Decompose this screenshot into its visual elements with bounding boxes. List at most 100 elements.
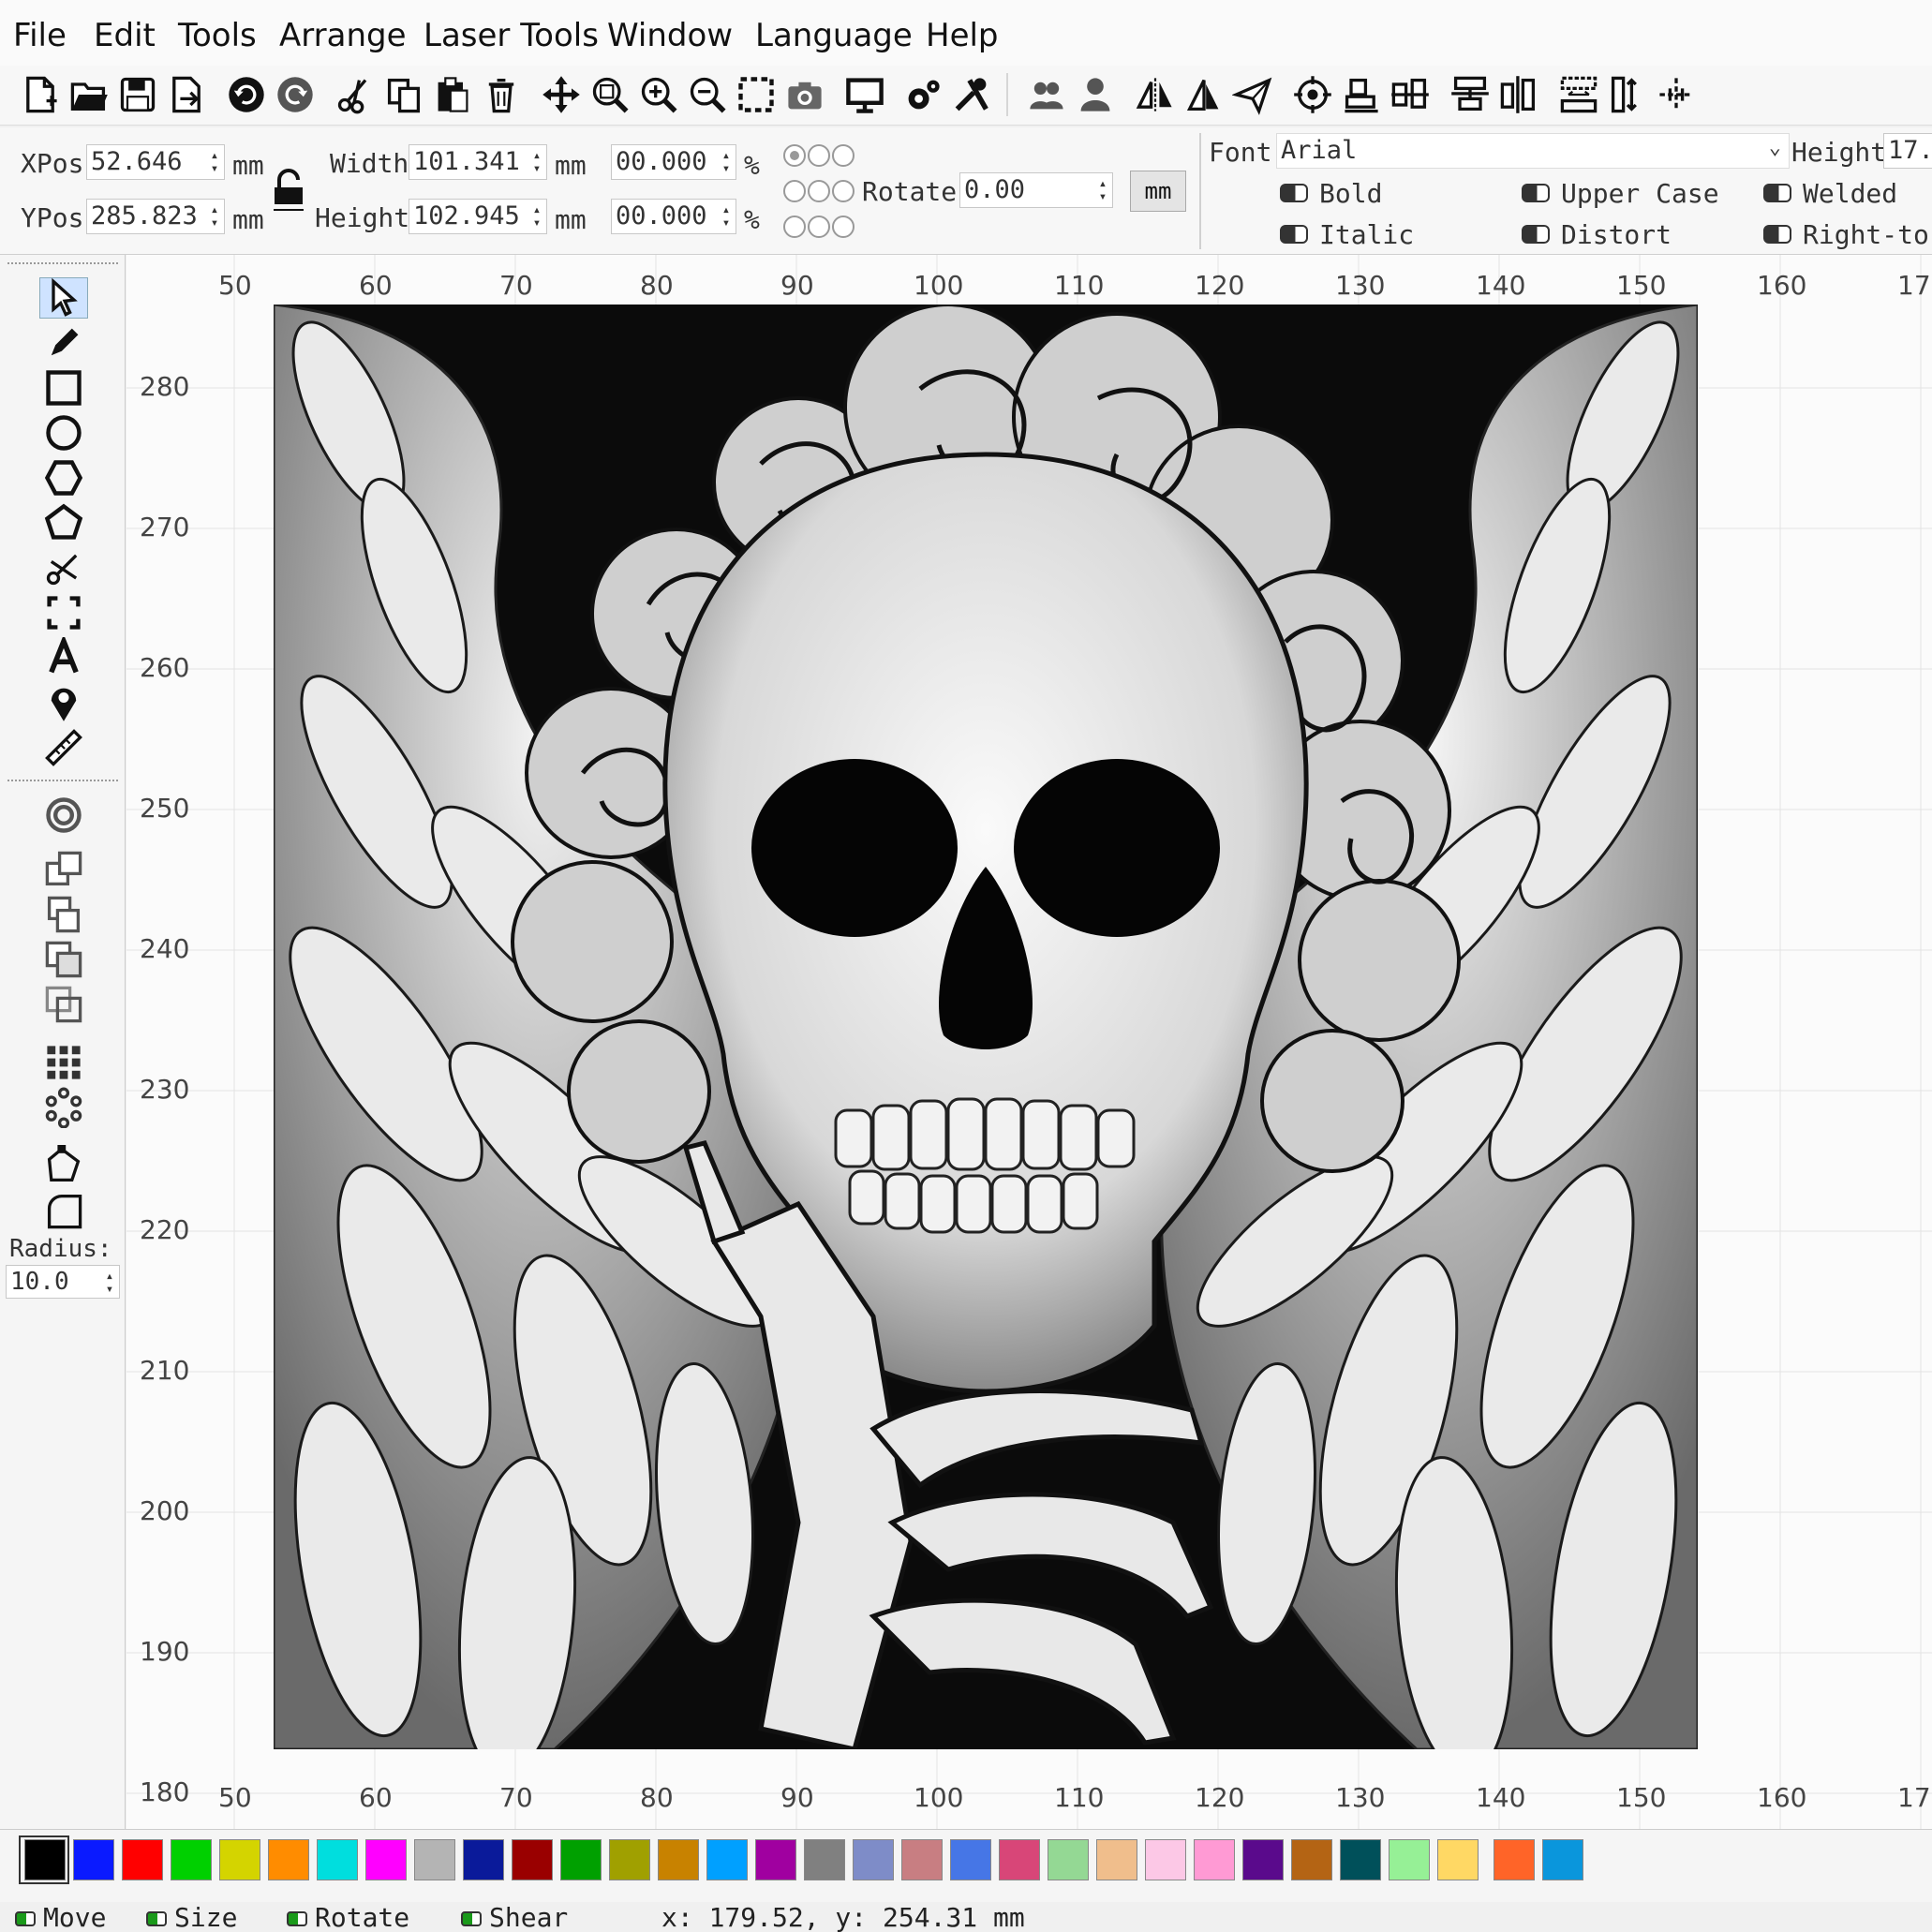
round-corner-icon[interactable] [39,1190,88,1231]
width-input[interactable]: 101.341 ▴ ▾ [409,144,547,180]
menu-laser-tools[interactable]: Laser Tools [424,17,599,54]
spin-icon[interactable]: ▴ ▾ [529,149,544,175]
spacing-icon[interactable] [1557,71,1600,118]
menu-arrange[interactable]: Arrange [279,17,407,54]
color-swatch[interactable] [658,1839,699,1880]
color-swatch[interactable] [755,1839,796,1880]
color-swatch[interactable] [268,1839,309,1880]
zoom-in-icon[interactable] [637,71,680,118]
copy-icon[interactable] [382,71,425,118]
menu-help[interactable]: Help [926,17,999,54]
distort-checkbox[interactable] [1522,225,1550,244]
pencil-icon[interactable] [39,322,88,364]
camera-icon[interactable] [783,71,826,118]
color-swatch[interactable] [950,1839,991,1880]
unit-toggle-button[interactable]: mm [1130,171,1186,212]
skull-artwork[interactable] [274,305,1698,1749]
menu-file[interactable]: File [13,17,67,54]
ellipse-icon[interactable] [39,412,88,453]
status-size[interactable]: Size [146,1902,237,1932]
color-swatch[interactable] [24,1839,66,1880]
color-swatch[interactable] [122,1839,163,1880]
align-center-icon[interactable] [1389,71,1432,118]
italic-checkbox[interactable] [1280,225,1308,244]
right-to-left-checkbox[interactable] [1763,225,1791,244]
menu-tools[interactable]: Tools [178,17,257,54]
weld-icon[interactable] [39,849,88,890]
new-file-icon[interactable] [19,71,62,118]
spin-icon[interactable]: ▴ ▾ [102,1270,117,1296]
color-swatch[interactable] [365,1839,407,1880]
height-input[interactable]: 102.945 ▴ ▾ [409,199,547,234]
color-swatch[interactable] [901,1839,943,1880]
user-icon[interactable] [1074,71,1117,118]
color-swatch[interactable] [1194,1839,1235,1880]
spin-icon[interactable]: ▴ ▾ [529,203,544,230]
zoom-box-icon[interactable] [588,71,632,118]
spin-icon[interactable]: ▴ ▾ [207,203,222,230]
color-swatch[interactable] [999,1839,1040,1880]
undo-icon[interactable] [225,71,268,118]
lock-icon[interactable] [272,169,305,212]
color-swatch[interactable] [1291,1839,1332,1880]
color-swatch[interactable] [1494,1839,1535,1880]
spin-icon[interactable]: ▴ ▾ [719,149,734,175]
menu-language[interactable]: Language [755,17,913,54]
edit-nodes-icon[interactable] [39,1145,88,1186]
rectangle-icon[interactable] [39,367,88,409]
ypos-input[interactable]: 285.823 ▴ ▾ [86,199,225,234]
bold-checkbox[interactable] [1280,184,1308,202]
delete-icon[interactable] [480,71,523,118]
scissors-icon[interactable] [39,547,88,588]
save-icon[interactable] [116,71,159,118]
frame-icon[interactable] [39,592,88,633]
zoom-out-icon[interactable] [686,71,729,118]
color-swatch[interactable] [853,1839,894,1880]
select-frame-icon[interactable] [735,71,778,118]
import-icon[interactable] [165,71,208,118]
rotate-input[interactable]: 0.00 ▴ ▾ [959,172,1113,208]
wrench-icon[interactable] [950,71,993,118]
color-swatch[interactable] [804,1839,845,1880]
distribute-vertical-icon[interactable] [1497,71,1540,118]
offset-icon[interactable] [39,795,88,836]
menu-window[interactable]: Window [607,17,733,54]
color-swatch[interactable] [317,1839,358,1880]
guides-icon[interactable] [1655,71,1698,118]
mirror-horizontal-icon[interactable] [1134,71,1177,118]
color-swatch[interactable] [171,1839,212,1880]
scale-height-input[interactable]: 00.000 ▴ ▾ [611,199,736,234]
distribute-horizontal-icon[interactable] [1449,71,1492,118]
polygon-icon[interactable] [39,457,88,498]
intersect-icon[interactable] [39,984,88,1025]
grid-array-icon[interactable] [39,1042,88,1083]
color-swatch[interactable] [1389,1839,1430,1880]
open-folder-icon[interactable] [67,71,111,118]
paste-icon[interactable] [431,71,474,118]
color-swatch[interactable] [1048,1839,1089,1880]
menu-edit[interactable]: Edit [94,17,156,54]
color-swatch[interactable] [1242,1839,1284,1880]
spin-icon[interactable]: ▴ ▾ [719,203,734,230]
color-swatch[interactable] [1096,1839,1137,1880]
color-swatch[interactable] [73,1839,114,1880]
redo-icon[interactable] [274,71,317,118]
scale-width-input[interactable]: 00.000 ▴ ▾ [611,144,736,180]
design-canvas[interactable]: 50 60 70 80 90 100 110 120 130 140 150 1… [126,255,1932,1829]
radius-input[interactable]: 10.0 ▴ ▾ [6,1265,120,1299]
spin-icon[interactable]: ▴ ▾ [1095,177,1110,203]
color-swatch[interactable] [560,1839,602,1880]
text-icon[interactable] [39,637,88,678]
welded-checkbox[interactable] [1763,184,1791,202]
align-bottom-icon[interactable] [1340,71,1383,118]
union-icon[interactable] [39,894,88,935]
move-icon[interactable] [540,71,583,118]
color-swatch[interactable] [1340,1839,1381,1880]
color-swatch[interactable] [1542,1839,1583,1880]
status-move[interactable]: Move [15,1902,106,1932]
spin-icon[interactable]: ▴ ▾ [207,149,222,175]
gear-icon[interactable] [901,71,944,118]
status-shear[interactable]: Shear [461,1902,568,1932]
color-swatch[interactable] [512,1839,553,1880]
monitor-icon[interactable] [843,71,886,118]
